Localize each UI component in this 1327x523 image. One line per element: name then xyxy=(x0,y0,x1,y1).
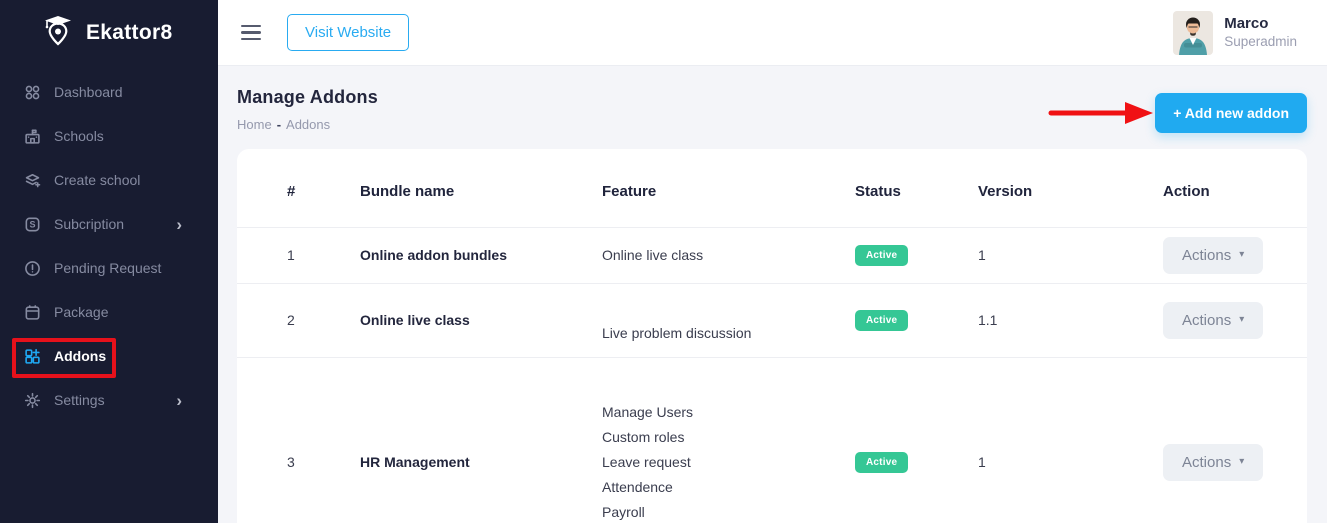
status-badge: Active xyxy=(855,452,908,473)
bundle-name: Online live class xyxy=(360,283,602,357)
breadcrumb: Home-Addons xyxy=(237,117,378,132)
feature-list: Live problem discussion xyxy=(602,283,855,357)
school-building-icon xyxy=(24,128,41,145)
subscription-icon: S xyxy=(24,216,41,233)
status-cell: Active xyxy=(855,227,978,283)
sidebar-item-create-school[interactable]: Create school xyxy=(0,158,218,202)
version-cell: 1 xyxy=(978,227,1163,283)
sidebar-item-label: Dashboard xyxy=(54,84,123,100)
page-title: Manage Addons xyxy=(237,87,378,108)
user-menu[interactable]: Marco Superadmin xyxy=(1173,11,1327,55)
sidebar-item-subcription[interactable]: S Subcription › xyxy=(0,202,218,246)
sidebar-item-label: Subcription xyxy=(54,216,124,232)
feature-item: Live problem discussion xyxy=(602,321,855,346)
action-cell: Actions ▾ xyxy=(1163,357,1307,523)
chevron-right-icon: › xyxy=(176,216,182,233)
col-header-feature: Feature xyxy=(602,157,855,227)
sidebar-item-label: Create school xyxy=(54,172,140,188)
status-cell: Active xyxy=(855,283,978,357)
sidebar: Ekattor8 DashboardSchoolsCreate schoolSS… xyxy=(0,0,218,523)
addons-table: #Bundle nameFeatureStatusVersionAction 1… xyxy=(237,157,1307,523)
bundle-name: HR Management xyxy=(360,357,602,523)
sidebar-item-label: Package xyxy=(54,304,108,320)
user-name: Marco xyxy=(1224,14,1297,34)
action-cell: Actions ▾ xyxy=(1163,283,1307,357)
visit-website-button[interactable]: Visit Website xyxy=(287,14,409,51)
table-row: 1Online addon bundlesOnline live classAc… xyxy=(237,227,1307,283)
sidebar-item-label: Addons xyxy=(54,348,106,364)
actions-button-label: Actions xyxy=(1182,312,1231,329)
sidebar-item-package[interactable]: Package xyxy=(0,290,218,334)
addons-table-card: #Bundle nameFeatureStatusVersionAction 1… xyxy=(237,149,1307,523)
sidebar-item-label: Settings xyxy=(54,392,105,408)
row-number: 3 xyxy=(237,357,360,523)
avatar xyxy=(1173,11,1213,55)
feature-item: Payroll xyxy=(602,500,855,523)
row-actions-button[interactable]: Actions ▾ xyxy=(1163,302,1263,339)
page-title-block: Manage Addons Home-Addons xyxy=(237,87,378,132)
feature-list: Online live class xyxy=(602,227,855,283)
feature-item: Attendence xyxy=(602,475,855,500)
caret-down-icon: ▾ xyxy=(1239,457,1244,467)
hamburger-menu-icon[interactable] xyxy=(237,21,265,45)
table-header-row: #Bundle nameFeatureStatusVersionAction xyxy=(237,157,1307,227)
status-badge: Active xyxy=(855,245,908,266)
feature-item: Leave request xyxy=(602,450,855,475)
caret-down-icon: ▾ xyxy=(1239,315,1244,325)
sidebar-menu: Dashboard Schools Create school S Subcriptio… xyxy=(0,66,218,422)
table-row: 2Online live classLive problem discussio… xyxy=(237,283,1307,357)
content-area: Manage Addons Home-Addons + Add new addo… xyxy=(218,67,1327,523)
feature-list: Manage UsersCustom rolesLeave requestAtt… xyxy=(602,357,855,523)
breadcrumb-home[interactable]: Home xyxy=(237,117,272,132)
page-header: Manage Addons Home-Addons + Add new addo… xyxy=(237,87,1307,133)
sidebar-item-label: Pending Request xyxy=(54,260,161,276)
actions-button-label: Actions xyxy=(1182,247,1231,264)
version-cell: 1.1 xyxy=(978,283,1163,357)
create-school-layers-icon xyxy=(24,172,41,189)
breadcrumb-current: Addons xyxy=(286,117,330,132)
user-info: Marco Superadmin xyxy=(1224,14,1297,51)
addons-grid-plus-icon xyxy=(24,348,41,365)
sidebar-item-addons[interactable]: Addons xyxy=(0,334,218,378)
version-cell: 1 xyxy=(978,357,1163,523)
col-header-version: Version xyxy=(978,157,1163,227)
chevron-right-icon: › xyxy=(176,392,182,409)
brand-name: Ekattor8 xyxy=(86,21,172,45)
col-header-action: Action xyxy=(1163,157,1307,227)
app-root: Ekattor8 DashboardSchoolsCreate schoolSS… xyxy=(0,0,1327,523)
pending-request-alert-icon xyxy=(24,260,41,277)
sidebar-item-schools[interactable]: Schools xyxy=(0,114,218,158)
row-number: 2 xyxy=(237,283,360,357)
package-icon xyxy=(24,304,41,321)
bundle-name: Online addon bundles xyxy=(360,227,602,283)
action-cell: Actions ▾ xyxy=(1163,227,1307,283)
add-new-addon-button[interactable]: + Add new addon xyxy=(1155,93,1307,133)
feature-item: Manage Users xyxy=(602,400,855,425)
sidebar-item-label: Schools xyxy=(54,128,104,144)
feature-item: Custom roles xyxy=(602,425,855,450)
caret-down-icon: ▾ xyxy=(1239,250,1244,260)
actions-button-label: Actions xyxy=(1182,454,1231,471)
svg-text:S: S xyxy=(29,219,35,229)
row-number: 1 xyxy=(237,227,360,283)
breadcrumb-separator: - xyxy=(277,117,281,132)
col-header-bundle-name: Bundle name xyxy=(360,157,602,227)
col-header-num: # xyxy=(237,157,360,227)
row-actions-button[interactable]: Actions ▾ xyxy=(1163,444,1263,481)
status-badge: Active xyxy=(855,310,908,331)
brand-logo[interactable]: Ekattor8 xyxy=(0,0,218,66)
topbar: Visit Website Marco Superadmin xyxy=(218,0,1327,66)
sidebar-item-dashboard[interactable]: Dashboard xyxy=(0,70,218,114)
feature-item: Online live class xyxy=(602,243,855,268)
dashboard-grid-icon xyxy=(24,84,41,101)
status-cell: Active xyxy=(855,357,978,523)
graduation-cap-pin-icon xyxy=(40,13,76,54)
gear-icon xyxy=(24,392,41,409)
col-header-status: Status xyxy=(855,157,978,227)
sidebar-item-settings[interactable]: Settings › xyxy=(0,378,218,422)
table-row: 3HR ManagementManage UsersCustom rolesLe… xyxy=(237,357,1307,523)
row-actions-button[interactable]: Actions ▾ xyxy=(1163,237,1263,274)
sidebar-item-pending-request[interactable]: Pending Request xyxy=(0,246,218,290)
user-role: Superadmin xyxy=(1224,33,1297,51)
